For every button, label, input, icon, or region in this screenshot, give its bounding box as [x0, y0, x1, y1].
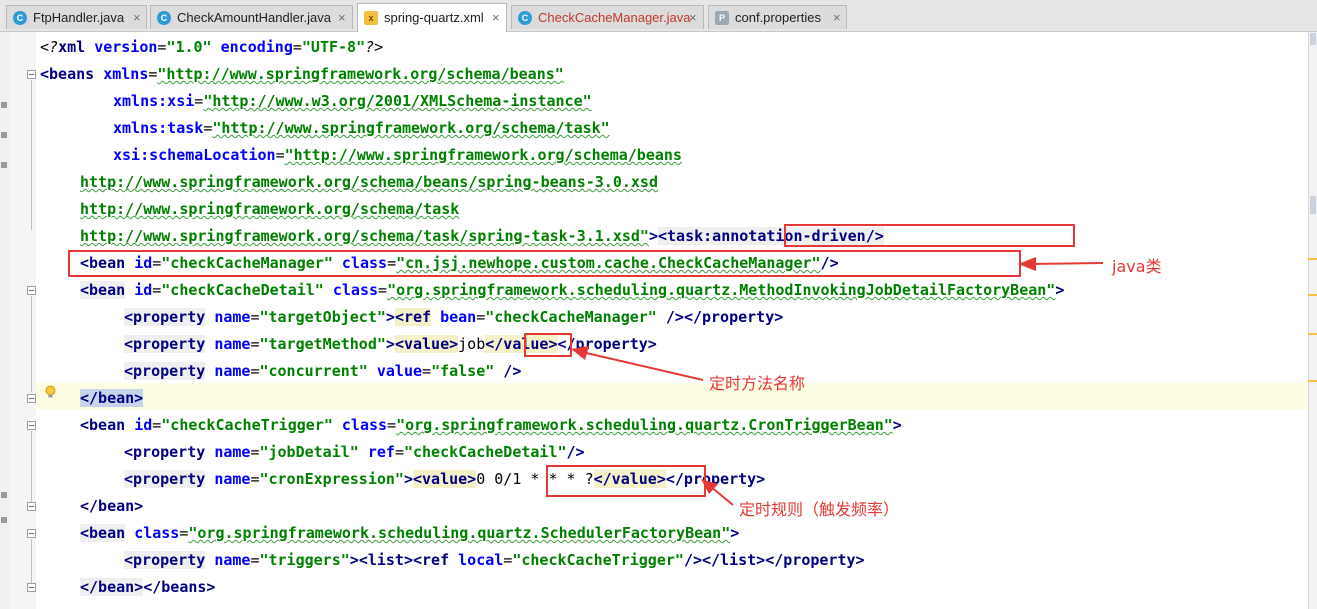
annotation-cron-rule: 定时规则（触发频率）: [739, 500, 900, 519]
annotation-arrows: [571, 257, 1104, 506]
annotation-java-class: java类: [1112, 257, 1162, 276]
annotation-method-name: 定时方法名称: [709, 374, 806, 393]
